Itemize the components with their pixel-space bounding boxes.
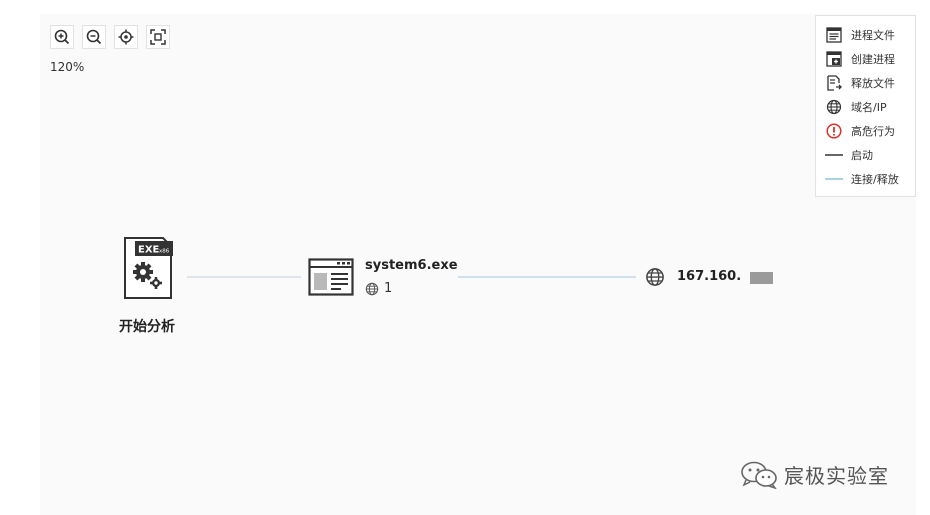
redaction-block bbox=[750, 272, 773, 284]
legend-item-release-file: 释放文件 bbox=[825, 73, 895, 93]
zoom-in-button[interactable] bbox=[50, 25, 74, 49]
ip-address-label: 167.160. bbox=[677, 269, 742, 284]
zoom-out-button[interactable] bbox=[82, 25, 106, 49]
globe-icon bbox=[646, 268, 664, 286]
create-process-icon bbox=[825, 50, 843, 68]
alert-icon bbox=[825, 122, 843, 140]
legend-item-start: 启动 bbox=[825, 145, 873, 165]
root-node[interactable]: EXE x86 bbox=[123, 236, 175, 306]
process-name: system6.exe bbox=[365, 258, 458, 273]
edge-connect bbox=[458, 276, 636, 278]
ip-node[interactable] bbox=[645, 267, 665, 291]
exe-file-gear-icon: EXE x86 bbox=[124, 237, 173, 299]
legend-label: 释放文件 bbox=[851, 77, 895, 90]
root-node-label: 开始分析 bbox=[119, 319, 175, 335]
globe-icon bbox=[825, 98, 843, 116]
exe-badge-sub: x86 bbox=[159, 249, 170, 255]
release-file-icon bbox=[825, 74, 843, 92]
legend-panel: 进程文件 创建进程 释放文件 域名/IP 高危行为 启动 连接/释放 bbox=[815, 15, 916, 197]
connection-count: 1 bbox=[384, 281, 393, 296]
window-process-icon bbox=[308, 258, 354, 296]
zoom-in-icon bbox=[54, 29, 70, 45]
zoom-out-icon bbox=[86, 29, 102, 45]
light-line-icon bbox=[825, 170, 843, 188]
legend-label: 创建进程 bbox=[851, 53, 895, 66]
crosshair-icon bbox=[118, 29, 134, 45]
fit-screen-icon bbox=[150, 29, 166, 45]
process-connection-badge: 1 bbox=[365, 281, 392, 296]
legend-label: 域名/IP bbox=[851, 101, 887, 114]
legend-label: 进程文件 bbox=[851, 29, 895, 42]
legend-label: 连接/释放 bbox=[851, 173, 899, 186]
zoom-level: 120% bbox=[50, 60, 85, 74]
fit-view-button[interactable] bbox=[146, 25, 170, 49]
process-node[interactable] bbox=[308, 258, 354, 300]
zoom-toolbar bbox=[50, 25, 170, 49]
legend-item-connect-release: 连接/释放 bbox=[825, 169, 899, 189]
legend-item-process-file: 进程文件 bbox=[825, 25, 895, 45]
locate-button[interactable] bbox=[114, 25, 138, 49]
wechat-icon bbox=[741, 461, 777, 489]
legend-label: 高危行为 bbox=[851, 125, 895, 138]
watermark: 宸极实验室 bbox=[740, 460, 889, 489]
legend-item-create-process: 创建进程 bbox=[825, 49, 895, 69]
globe-icon bbox=[365, 282, 379, 295]
legend-item-high-risk: 高危行为 bbox=[825, 121, 895, 141]
exe-badge: EXE bbox=[138, 245, 160, 256]
watermark-text: 宸极实验室 bbox=[784, 464, 889, 488]
legend-item-domain-ip: 域名/IP bbox=[825, 97, 887, 117]
process-file-icon bbox=[825, 26, 843, 44]
legend-label: 启动 bbox=[851, 149, 873, 162]
dark-line-icon bbox=[825, 146, 843, 164]
edge-start bbox=[187, 276, 301, 278]
